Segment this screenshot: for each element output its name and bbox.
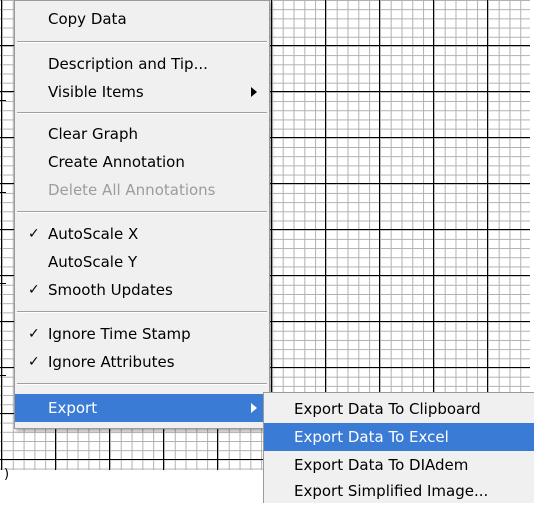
graph-context-menu: Copy Data Description and Tip... Visible… [14, 0, 270, 429]
axis-label-partial: ) [4, 467, 10, 482]
menu-separator [17, 41, 267, 43]
axis-tick [0, 100, 6, 101]
menu-separator [17, 211, 267, 213]
menu-item-visible-items[interactable]: Visible Items [15, 78, 269, 106]
menu-item-autoscale-x[interactable]: ✓ AutoScale X [15, 220, 269, 248]
menu-item-label: Visible Items [48, 83, 144, 101]
menu-item-smooth-updates[interactable]: ✓ Smooth Updates [15, 276, 269, 304]
menu-item-label: AutoScale Y [48, 253, 138, 271]
menu-item-create-annotation[interactable]: Create Annotation [15, 148, 269, 176]
axis-tick [0, 283, 6, 284]
menu-item-ignore-time-stamp[interactable]: ✓ Ignore Time Stamp [15, 320, 269, 348]
menu-item-label: Export Data To DIAdem [294, 456, 469, 474]
menu-item-clear-graph[interactable]: Clear Graph [15, 120, 269, 148]
submenu-item-export-diadem[interactable]: Export Data To DIAdem [264, 451, 534, 479]
check-icon: ✓ [28, 226, 40, 242]
axis-tick [0, 192, 6, 193]
submenu-arrow-icon [251, 403, 257, 413]
submenu-item-export-excel[interactable]: Export Data To Excel [264, 423, 534, 451]
check-icon: ✓ [28, 326, 40, 342]
submenu-item-export-simplified-image[interactable]: Export Simplified Image... [264, 477, 534, 505]
menu-separator [17, 112, 267, 114]
menu-item-label: Ignore Attributes [48, 353, 175, 371]
menu-item-label: Create Annotation [48, 153, 185, 171]
menu-item-description-and-tip[interactable]: Description and Tip... [15, 50, 269, 78]
menu-item-label: Export Data To Excel [294, 428, 449, 446]
submenu-item-export-clipboard[interactable]: Export Data To Clipboard [264, 395, 534, 423]
menu-item-label: Export [48, 399, 98, 417]
check-icon: ✓ [28, 354, 40, 370]
export-submenu: Export Data To Clipboard Export Data To … [263, 392, 534, 503]
submenu-arrow-icon [251, 87, 257, 97]
menu-item-ignore-attributes[interactable]: ✓ Ignore Attributes [15, 348, 269, 376]
menu-item-label: Delete All Annotations [48, 181, 216, 199]
menu-item-export[interactable]: Export [15, 394, 269, 422]
menu-item-label: Clear Graph [48, 125, 139, 143]
menu-item-delete-all-annotations: Delete All Annotations [15, 176, 269, 204]
check-icon: ✓ [28, 282, 40, 298]
menu-item-label: Export Simplified Image... [294, 482, 489, 500]
menu-item-copy-data[interactable]: Copy Data [15, 5, 269, 33]
menu-item-label: Copy Data [48, 10, 127, 28]
menu-item-label: Smooth Updates [48, 281, 173, 299]
menu-item-label: Description and Tip... [48, 55, 208, 73]
menu-item-autoscale-y[interactable]: AutoScale Y [15, 248, 269, 276]
menu-separator [17, 311, 267, 313]
menu-item-label: Export Data To Clipboard [294, 400, 481, 418]
menu-item-label: Ignore Time Stamp [48, 325, 191, 343]
menu-item-label: AutoScale X [48, 225, 139, 243]
axis-tick [0, 375, 6, 376]
menu-separator [17, 383, 267, 385]
